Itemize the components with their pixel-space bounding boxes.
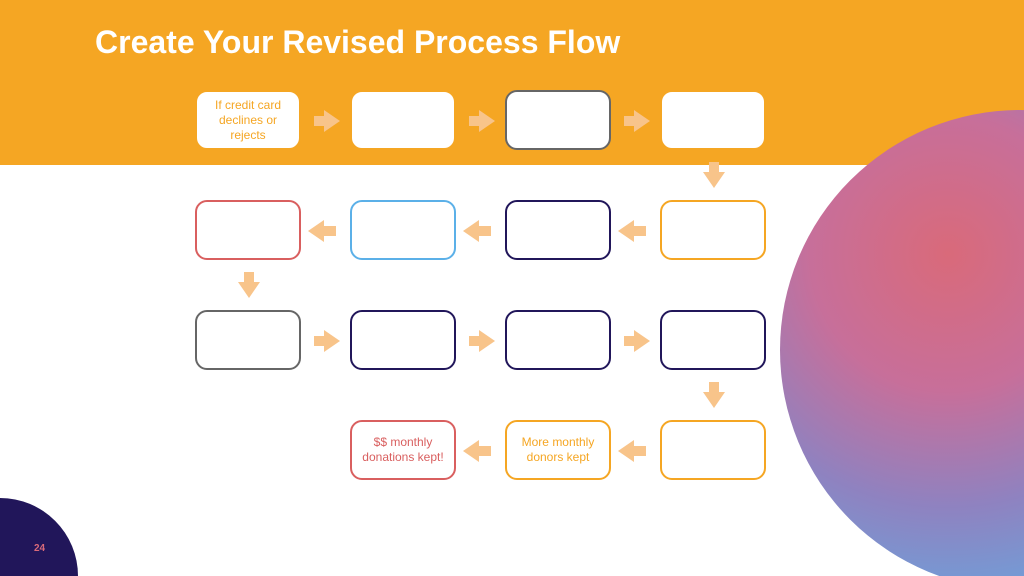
arrow-down-icon bbox=[238, 282, 260, 298]
flow-box-9 bbox=[195, 310, 301, 370]
flow-box-15: $$ monthly donations kept! bbox=[350, 420, 456, 480]
flow-box-3 bbox=[505, 90, 611, 150]
arrow-left-icon bbox=[618, 220, 634, 242]
flow-box-7 bbox=[350, 200, 456, 260]
arrow-right-icon bbox=[634, 330, 650, 352]
arrow-left-icon bbox=[308, 220, 324, 242]
page-title: Create Your Revised Process Flow bbox=[95, 24, 620, 61]
arrow-right-icon bbox=[634, 110, 650, 132]
flow-box-4 bbox=[660, 90, 766, 150]
gradient-sphere bbox=[780, 110, 1024, 576]
arrow-right-icon bbox=[479, 110, 495, 132]
page-number: 24 bbox=[34, 543, 45, 554]
flow-box-14: More monthly donors kept bbox=[505, 420, 611, 480]
flow-box-10 bbox=[350, 310, 456, 370]
flow-box-12 bbox=[660, 310, 766, 370]
arrow-left-icon bbox=[463, 220, 479, 242]
flow-box-11 bbox=[505, 310, 611, 370]
flow-box-label: $$ monthly donations kept! bbox=[356, 435, 450, 465]
flow-box-6 bbox=[505, 200, 611, 260]
arrow-right-icon bbox=[324, 110, 340, 132]
flow-box-5 bbox=[660, 200, 766, 260]
arrow-down-icon bbox=[703, 172, 725, 188]
corner-drop bbox=[0, 498, 78, 576]
arrow-left-icon bbox=[463, 440, 479, 462]
flow-box-1: If credit card declines or rejects bbox=[195, 90, 301, 150]
arrow-right-icon bbox=[324, 330, 340, 352]
flow-box-2 bbox=[350, 90, 456, 150]
flow-box-label: More monthly donors kept bbox=[511, 435, 605, 465]
flow-box-13 bbox=[660, 420, 766, 480]
arrow-left-icon bbox=[618, 440, 634, 462]
arrow-down-icon bbox=[703, 392, 725, 408]
flow-box-label: If credit card declines or rejects bbox=[201, 98, 295, 143]
arrow-right-icon bbox=[479, 330, 495, 352]
flow-box-8 bbox=[195, 200, 301, 260]
